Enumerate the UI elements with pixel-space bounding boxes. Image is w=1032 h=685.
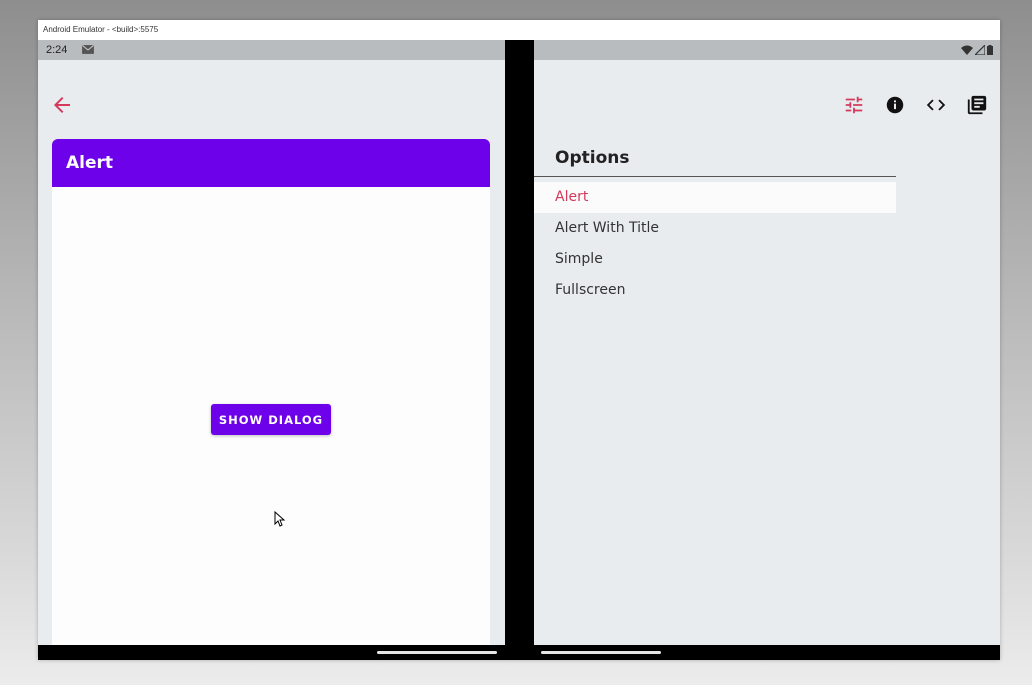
info-icon <box>886 96 904 114</box>
card-title: Alert <box>66 153 114 173</box>
library-button[interactable] <box>966 94 988 116</box>
library-books-icon <box>967 95 987 115</box>
status-bar-right <box>534 40 1000 60</box>
tune-icon <box>845 96 863 114</box>
gesture-handle-right[interactable] <box>541 651 661 654</box>
info-button[interactable] <box>884 94 906 116</box>
code-icon <box>926 99 946 111</box>
option-simple[interactable]: Simple <box>534 244 896 275</box>
wifi-icon <box>961 45 973 55</box>
back-button[interactable] <box>50 93 74 117</box>
back-arrow-icon <box>54 97 70 113</box>
signal-icon <box>975 45 985 55</box>
option-alert-with-title[interactable]: Alert With Title <box>534 213 896 244</box>
battery-icon <box>987 45 993 55</box>
notification-icon <box>82 45 94 54</box>
options-divider <box>534 176 896 177</box>
left-pane: 2:24 Alert SHOW DIALOG <box>38 40 505 645</box>
right-pane: Options Alert Alert With Title Simple Fu… <box>534 40 1000 645</box>
emulator-window: Android Emulator - <build>:5575 2:24 Ale… <box>38 20 1000 660</box>
status-icons <box>961 44 993 56</box>
gesture-handle-left[interactable] <box>377 651 497 654</box>
code-button[interactable] <box>925 94 947 116</box>
status-time: 2:24 <box>46 44 68 56</box>
window-title: Android Emulator - <build>:5575 <box>38 20 1000 40</box>
nav-bar-right <box>534 645 1000 660</box>
option-alert[interactable]: Alert <box>534 182 896 213</box>
options-list: Alert Alert With Title Simple Fullscreen <box>534 182 896 306</box>
option-fullscreen[interactable]: Fullscreen <box>534 275 896 306</box>
show-dialog-button[interactable]: SHOW DIALOG <box>211 404 331 435</box>
nav-bar-left <box>38 645 505 660</box>
tune-button[interactable] <box>843 94 865 116</box>
options-title: Options <box>555 148 630 168</box>
hinge <box>505 40 534 660</box>
alert-card: Alert SHOW DIALOG <box>52 139 490 645</box>
status-bar-left: 2:24 <box>38 40 505 60</box>
mouse-cursor-icon <box>274 511 286 527</box>
card-header: Alert <box>52 139 490 187</box>
